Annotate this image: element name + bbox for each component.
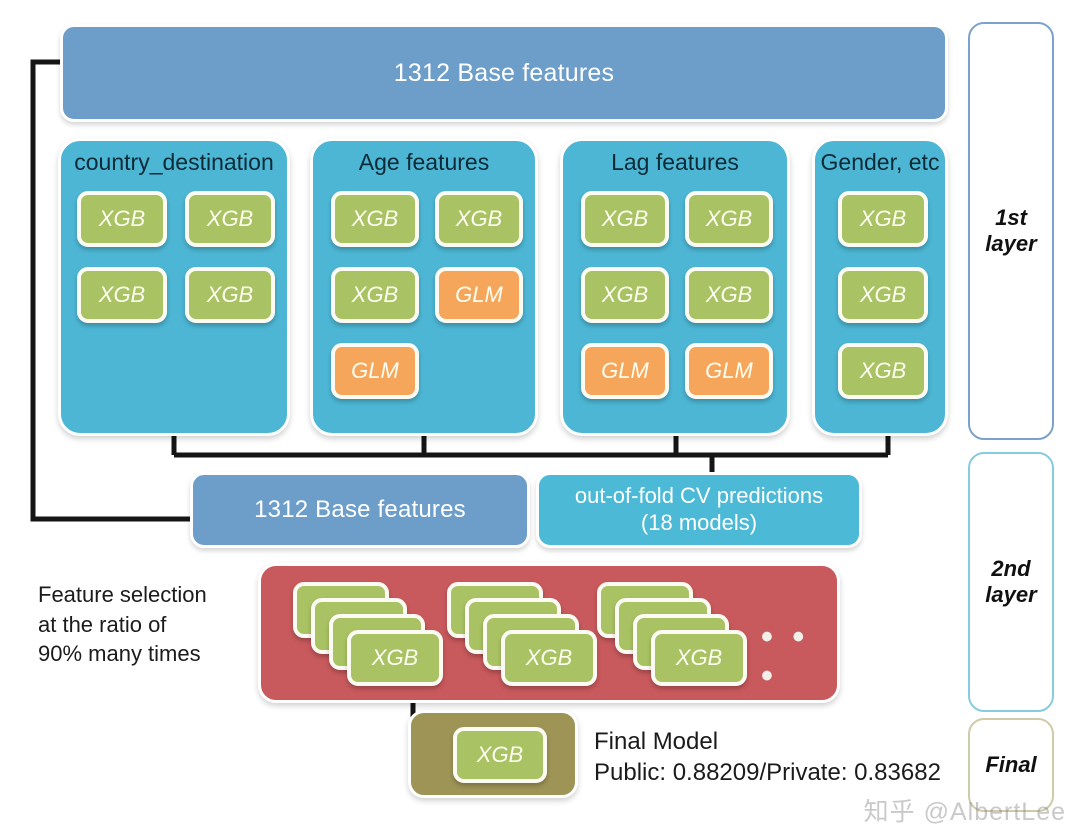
more-stacks-ellipsis: • • • (761, 618, 810, 695)
top-base-features-box: 1312 Base features (60, 24, 948, 122)
layer-label-second: 2nd layer (968, 452, 1054, 712)
layer-label-second-text: 2nd layer (985, 555, 1037, 607)
group-column-age-features: Age features XGB XGB XGB GLM GLM (310, 138, 538, 436)
group-column-country-destination: country_destination XGB XGB XGB XGB (58, 138, 290, 436)
final-model-container: XGB (408, 710, 578, 798)
layer-label-first-text: 1st layer (985, 204, 1037, 256)
final-model-chip-xgb: XGB (453, 727, 547, 783)
model-chip-xgb: XGB (185, 267, 275, 323)
model-chip-xgb: XGB (838, 267, 928, 323)
diagram-canvas: 1312 Base features country_destination X… (0, 0, 1080, 834)
model-chip-glm: GLM (581, 343, 669, 399)
model-chip-xgb: XGB (331, 191, 419, 247)
cv-predictions-box: out-of-fold CV predictions (18 models) (536, 472, 862, 548)
model-chip-xgb: XGB (581, 267, 669, 323)
group-title-country-destination: country_destination (74, 149, 274, 175)
stack-card-front-xgb: XGB (501, 630, 597, 686)
model-chip-xgb: XGB (838, 343, 928, 399)
stack-card-front-xgb: XGB (651, 630, 747, 686)
model-chip-xgb: XGB (331, 267, 419, 323)
second-layer-base-features-box: 1312 Base features (190, 472, 530, 548)
final-model-scores: Public: 0.88209/Private: 0.83682 (594, 759, 941, 786)
model-chip-glm: GLM (331, 343, 419, 399)
model-chip-glm: GLM (685, 343, 773, 399)
model-chip-xgb: XGB (185, 191, 275, 247)
feature-selection-note: Feature selection at the ratio of 90% ma… (38, 582, 207, 667)
model-chip-xgb: XGB (581, 191, 669, 247)
model-chip-xgb: XGB (77, 191, 167, 247)
group-title-gender-etc: Gender, etc (820, 149, 940, 175)
cv-predictions-line2: (18 models) (640, 510, 758, 535)
model-chip-xgb: XGB (77, 267, 167, 323)
model-chip-xgb: XGB (435, 191, 523, 247)
layer-label-final-text: Final (985, 751, 1037, 777)
group-column-gender-etc: Gender, etc XGB XGB XGB (812, 138, 948, 436)
bagging-container: XGB XGB XGB • • • (258, 563, 840, 703)
model-chip-glm: GLM (435, 267, 523, 323)
group-column-lag-features: Lag features XGB XGB XGB XGB GLM GLM (560, 138, 790, 436)
stack-card-front-xgb: XGB (347, 630, 443, 686)
model-chip-xgb: XGB (685, 267, 773, 323)
final-model-title: Final Model (594, 728, 719, 755)
layer-label-first: 1st layer (968, 22, 1054, 440)
watermark: 知乎 @AlbertLee (863, 798, 1066, 826)
top-base-features-label: 1312 Base features (393, 58, 615, 87)
second-layer-base-features-label: 1312 Base features (254, 496, 466, 523)
group-title-age-features: Age features (358, 149, 490, 175)
model-chip-xgb: XGB (685, 191, 773, 247)
cv-predictions-line1: out-of-fold CV predictions (574, 483, 824, 509)
model-chip-xgb: XGB (838, 191, 928, 247)
group-title-lag-features: Lag features (611, 149, 739, 175)
